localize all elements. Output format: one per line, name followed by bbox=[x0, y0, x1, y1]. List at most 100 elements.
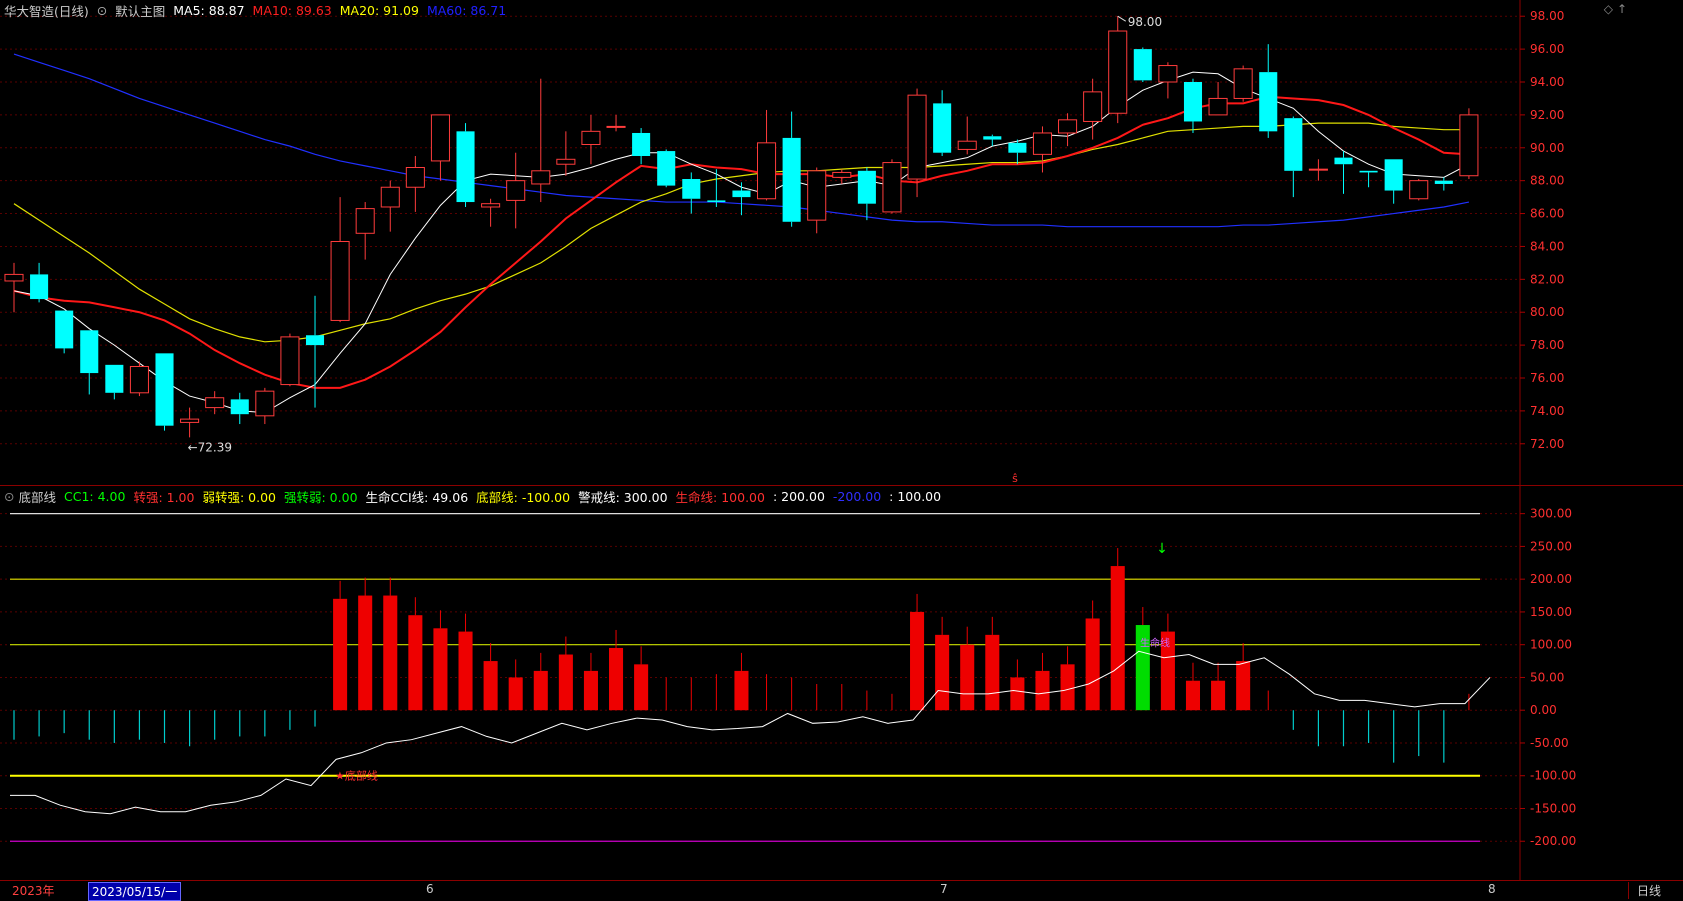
cci-bar bbox=[333, 598, 348, 711]
candle-body bbox=[80, 330, 99, 374]
cci-bar bbox=[935, 634, 950, 711]
candle-body bbox=[1008, 142, 1027, 153]
candle-body bbox=[682, 179, 701, 199]
candle bbox=[1233, 65, 1253, 102]
ma10-label: MA10: 89.63 bbox=[252, 2, 332, 18]
candlestick-chart[interactable]: 98.00 96.00 94.00 92.00 90.00 88.00 86.00 84.00… bbox=[0, 0, 1683, 485]
candle bbox=[782, 111, 801, 227]
main-chart-pane[interactable]: 98.00 96.00 94.00 92.00 90.00 88.00 86.00 84.00… bbox=[0, 0, 1683, 485]
cci-life-line bbox=[10, 650, 1491, 815]
candle-body bbox=[556, 158, 576, 165]
candle-body bbox=[105, 364, 124, 393]
candle bbox=[1158, 62, 1178, 99]
candle bbox=[1183, 78, 1203, 133]
cci-bar bbox=[985, 634, 1000, 711]
candle bbox=[55, 310, 74, 354]
cci-bar bbox=[483, 661, 498, 711]
cci-bar bbox=[1010, 677, 1025, 711]
candle-body bbox=[1083, 91, 1103, 122]
candle bbox=[531, 78, 551, 203]
ma60-label: MA60: 86.71 bbox=[426, 2, 507, 18]
candle-body bbox=[1058, 119, 1078, 134]
candle bbox=[1259, 44, 1278, 138]
price-axis-label: 78.00 bbox=[1530, 338, 1564, 352]
chevron-icon[interactable]: ⊙ bbox=[97, 3, 107, 18]
cci-bar bbox=[1185, 680, 1201, 711]
stock-name: 华大智造(日线) bbox=[4, 3, 89, 19]
cci-bar bbox=[1236, 661, 1251, 711]
candle-body bbox=[983, 136, 1002, 140]
candle-body bbox=[1308, 168, 1328, 171]
candle bbox=[405, 156, 425, 212]
main-chart-header: 华大智造(日线) ⊙ 默认主图 MA5: 88.87 MA10: 89.63 M… bbox=[0, 0, 514, 20]
ma10-line bbox=[13, 95, 1469, 389]
candle bbox=[230, 392, 249, 425]
cci-bar bbox=[358, 595, 373, 711]
cci-bar bbox=[910, 611, 925, 711]
price-axis-label: 90.00 bbox=[1530, 141, 1564, 155]
candle-body bbox=[1459, 114, 1479, 177]
indicator-chart[interactable]: 300.00 250.00 200.00 150.00 100.00 50.00 0.00 -… bbox=[0, 486, 1683, 881]
candle bbox=[1409, 179, 1429, 201]
candle-body bbox=[430, 114, 450, 162]
candle-body bbox=[1409, 180, 1429, 200]
indicator-value-4: 生命CCI线: 49.06 bbox=[365, 489, 469, 505]
period-button[interactable]: 日线 bbox=[1627, 882, 1669, 899]
down-arrow-signal-icon: ↓ bbox=[1156, 541, 1168, 557]
candle bbox=[1133, 47, 1152, 82]
price-axis-label: 80.00 bbox=[1530, 305, 1564, 319]
indicator-pane[interactable]: 300.00 250.00 200.00 150.00 100.00 50.00 0.00 -… bbox=[0, 485, 1683, 881]
indicator-settings-icon[interactable]: ⊙ bbox=[4, 489, 14, 504]
candle-body bbox=[355, 208, 375, 234]
bottom-line-label: ★底部线 bbox=[335, 769, 378, 783]
scroll-marker-icon: ŝ bbox=[1012, 472, 1018, 485]
diamond-icon[interactable]: ◇ bbox=[1604, 2, 1613, 16]
price-axis-label: 88.00 bbox=[1530, 174, 1564, 188]
candle bbox=[1083, 78, 1103, 140]
candle-body bbox=[1434, 180, 1453, 184]
candle-body bbox=[1208, 97, 1228, 116]
price-axis-label: 92.00 bbox=[1530, 108, 1564, 122]
cci-bar bbox=[558, 654, 573, 711]
candle-body bbox=[857, 170, 876, 204]
cci-bar bbox=[533, 670, 548, 711]
candle bbox=[581, 114, 601, 165]
candle-body bbox=[1032, 132, 1053, 155]
cross-label: 生命线 bbox=[1140, 637, 1170, 650]
cci-bar bbox=[383, 595, 398, 711]
candle-body bbox=[456, 131, 475, 203]
cci-bar bbox=[1085, 618, 1100, 711]
cci-bar bbox=[433, 628, 448, 711]
candle-body bbox=[531, 170, 551, 185]
cci-bar bbox=[1060, 664, 1075, 711]
indicator-value-7: 生命线: 100.00 bbox=[675, 489, 765, 505]
indicator-name[interactable]: 底部线 bbox=[18, 487, 56, 506]
candle-body bbox=[305, 335, 325, 346]
candle bbox=[506, 152, 526, 229]
candle-body bbox=[129, 365, 149, 394]
price-axis-label: 96.00 bbox=[1530, 42, 1564, 56]
cci-bar bbox=[734, 670, 749, 711]
candle-body bbox=[506, 180, 526, 201]
candle bbox=[682, 172, 701, 214]
ma20-label: MA20: 91.09 bbox=[339, 2, 419, 18]
candle bbox=[456, 123, 475, 207]
candle bbox=[882, 159, 902, 214]
candle-body bbox=[1108, 30, 1128, 114]
candle bbox=[857, 167, 876, 221]
candle bbox=[80, 330, 99, 395]
indicator-value-5: 底部线: -100.00 bbox=[476, 489, 571, 505]
time-axis: 2023年 2023/05/15/一 6 7 8 日线 bbox=[0, 880, 1683, 901]
chart-template-name[interactable]: 默认主图 bbox=[115, 1, 165, 20]
price-axis-label: 94.00 bbox=[1530, 75, 1564, 89]
candle-body bbox=[757, 142, 777, 200]
ma5-line bbox=[13, 71, 1470, 414]
candle-body bbox=[4, 273, 24, 282]
candle-body bbox=[707, 200, 726, 203]
up-arrow-icon[interactable]: ↑ bbox=[1617, 2, 1627, 16]
price-axis-label: 76.00 bbox=[1530, 371, 1564, 385]
indicator-axis-label: 100.00 bbox=[1530, 638, 1572, 652]
candle-body bbox=[255, 390, 275, 417]
candle bbox=[1008, 139, 1027, 165]
indicator-axis-label: -150.00 bbox=[1530, 801, 1576, 815]
